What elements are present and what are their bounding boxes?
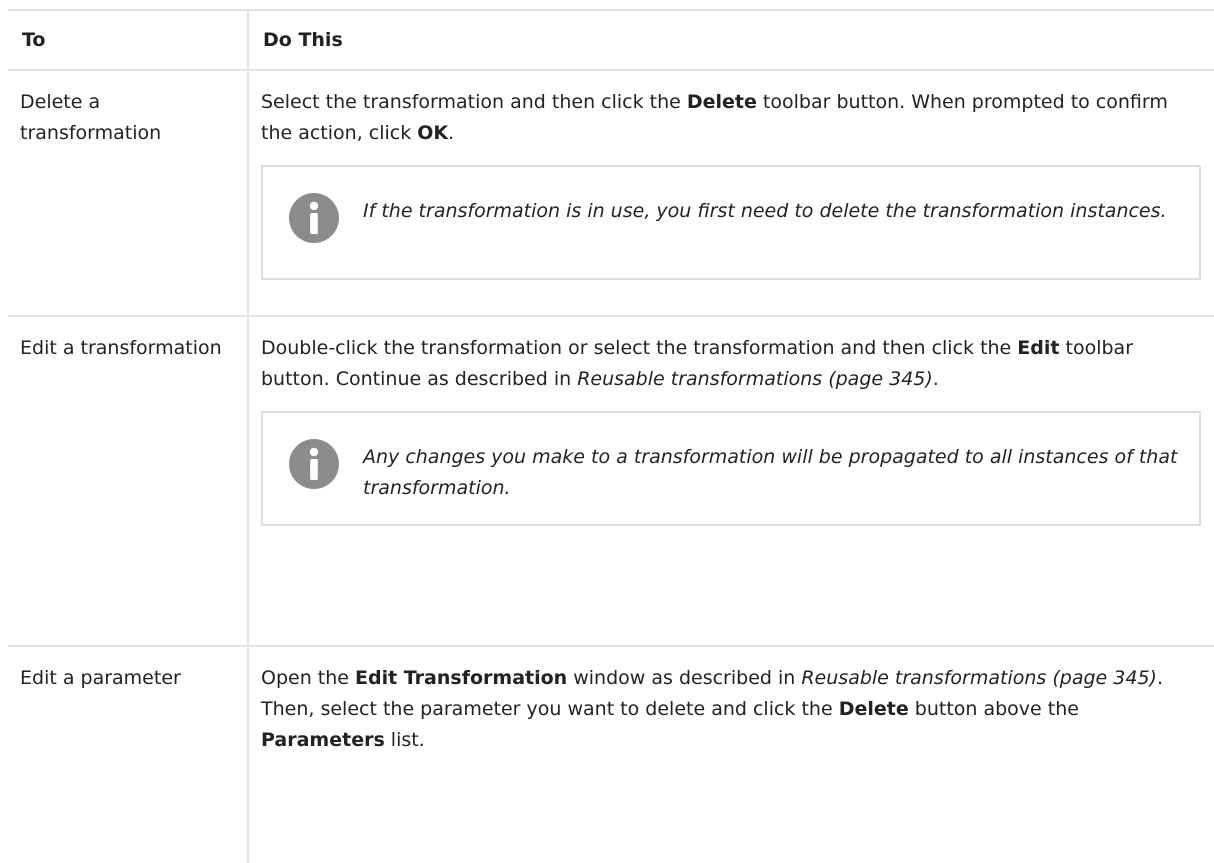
- note-text: Any changes you make to a transformation…: [363, 446, 1178, 499]
- text-run: .: [932, 368, 939, 390]
- note-text: If the transformation is in use, you fir…: [363, 200, 1167, 222]
- bold-run: Delete: [686, 91, 757, 113]
- text-run: .: [448, 122, 455, 144]
- table-row: Edit a parameter Open the Edit Transform…: [8, 645, 1214, 863]
- bold-run: Parameters: [261, 729, 385, 751]
- info-icon: [289, 439, 339, 489]
- cross-reference-link[interactable]: Reusable transformations (page 345): [577, 368, 933, 390]
- text-run: button above the: [908, 698, 1079, 720]
- action-text: Open the Edit Transformation window as d…: [261, 663, 1204, 756]
- bold-run: OK: [417, 122, 449, 144]
- table-header-row: To Do This: [8, 9, 1214, 70]
- info-icon: [289, 193, 339, 243]
- header-to: To: [8, 9, 249, 70]
- action-cell: Select the transformation and then click…: [248, 69, 1214, 316]
- text-run: list.: [384, 729, 425, 751]
- note-box: Any changes you make to a transformation…: [261, 411, 1201, 526]
- task-cell: Delete a transformation: [8, 69, 249, 316]
- bold-run: Edit: [1017, 337, 1060, 359]
- note-box: If the transformation is in use, you fir…: [261, 165, 1201, 280]
- bold-run: Delete: [838, 698, 909, 720]
- cross-reference-link[interactable]: Reusable transformations (page 345): [801, 667, 1157, 689]
- header-do-this: Do This: [248, 9, 1214, 70]
- instructions-table: To Do This Delete a transformation Selec…: [8, 9, 1214, 863]
- task-cell: Edit a parameter: [8, 645, 249, 863]
- text-run: Double-click the transformation or selec…: [261, 337, 1018, 359]
- action-text: Select the transformation and then click…: [261, 87, 1204, 149]
- bold-run: Edit Transformation: [355, 667, 568, 689]
- task-cell: Edit a transformation: [8, 315, 249, 646]
- text-run: Open the: [261, 667, 356, 689]
- text-run: window as described in: [567, 667, 802, 689]
- table-row: Edit a transformation Double-click the t…: [8, 315, 1214, 646]
- action-cell: Double-click the transformation or selec…: [248, 315, 1214, 646]
- action-cell: Open the Edit Transformation window as d…: [248, 645, 1214, 863]
- action-text: Double-click the transformation or selec…: [261, 333, 1204, 395]
- table-row: Delete a transformation Select the trans…: [8, 69, 1214, 316]
- text-run: Select the transformation and then click…: [261, 91, 687, 113]
